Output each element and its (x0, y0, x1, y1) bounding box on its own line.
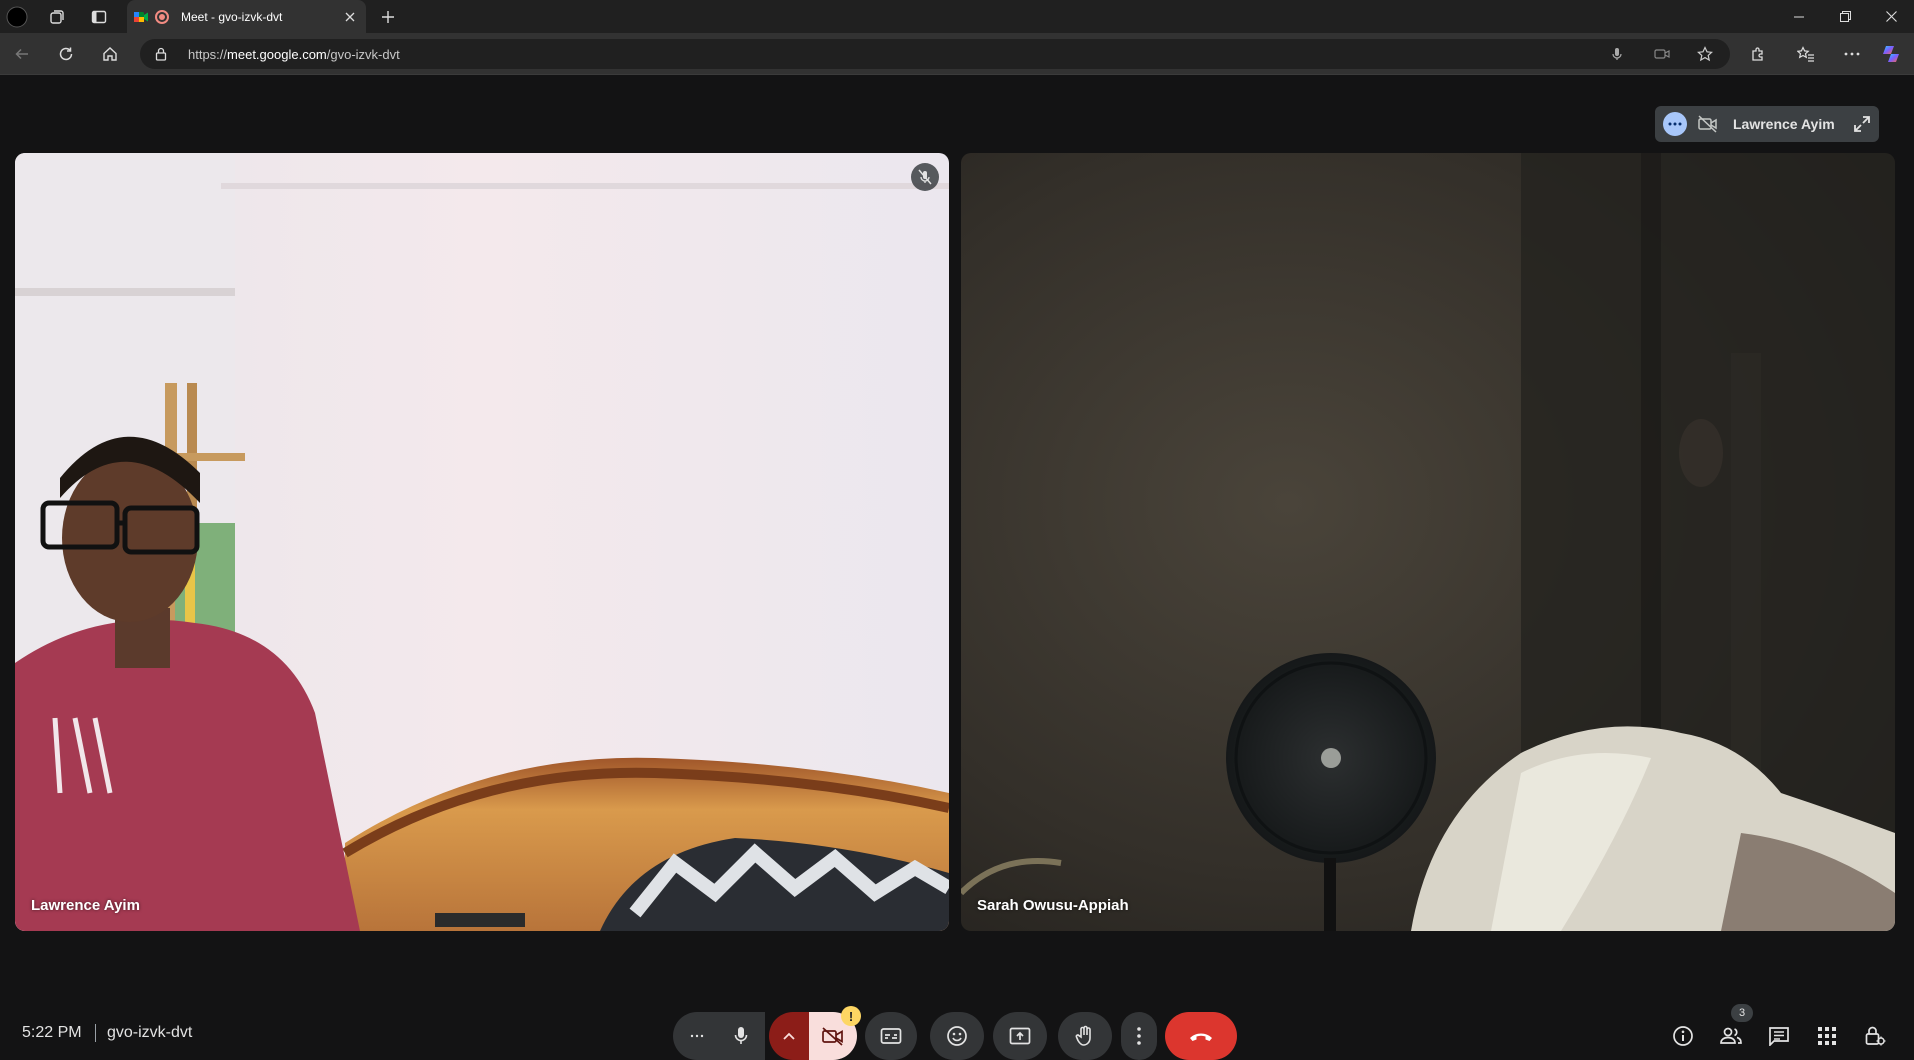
url-prefix: https:// (188, 47, 228, 62)
close-window-icon[interactable] (1868, 0, 1914, 33)
home-icon[interactable] (96, 40, 124, 68)
close-tab-icon[interactable] (342, 9, 358, 25)
participant-tile[interactable]: Lawrence Ayim (15, 153, 949, 931)
profile-icon[interactable] (4, 4, 30, 30)
url-host: meet.google.com (227, 47, 327, 62)
host-controls-button[interactable] (1861, 1022, 1889, 1050)
favorite-star-icon[interactable] (1695, 44, 1715, 64)
muted-mic-icon (911, 163, 939, 191)
address-bar[interactable]: https://meet.google.com/gvo-izvk-dvt (140, 39, 1730, 69)
site-info-icon[interactable] (154, 47, 168, 61)
participant-video-lawrence (15, 153, 949, 931)
current-time: 5:22 PM (22, 1024, 82, 1041)
mic-icon (734, 1027, 748, 1044)
chevron-up-icon (783, 1032, 795, 1040)
present-button[interactable] (993, 1012, 1047, 1060)
meet-favicon (133, 9, 149, 25)
participant-tile[interactable]: Sarah Owusu-Appiah (961, 153, 1895, 931)
audio-options-button[interactable] (673, 1012, 765, 1060)
people-count-badge: 3 (1731, 1004, 1753, 1022)
active-tab[interactable]: Meet - gvo-izvk-dvt (127, 0, 366, 33)
url-text: https://meet.google.com/gvo-izvk-dvt (188, 47, 400, 62)
more-vert-icon (1137, 1027, 1141, 1045)
host-controls-icon (1865, 1026, 1886, 1046)
more-horiz-icon (690, 1034, 704, 1038)
back-icon[interactable] (8, 40, 36, 68)
call-controls-bar: 5:22 PM gvo-izvk-dvt ! 3 (0, 1004, 1914, 1060)
video-options-button[interactable] (769, 1012, 809, 1060)
favorites-icon[interactable] (1792, 40, 1820, 68)
browser-toolbar: https://meet.google.com/gvo-izvk-dvt (0, 33, 1914, 75)
recording-icon (155, 9, 169, 24)
tab-title: Meet - gvo-izvk-dvt (181, 9, 283, 24)
camera-off-icon (1697, 115, 1719, 133)
refresh-icon[interactable] (52, 40, 80, 68)
more-options-icon[interactable] (1663, 112, 1687, 136)
raise-hand-icon (1075, 1025, 1091, 1046)
activities-button[interactable] (1813, 1022, 1841, 1050)
restore-icon[interactable] (1822, 0, 1868, 33)
browser-tab-strip: Meet - gvo-izvk-dvt (0, 0, 1914, 33)
divider (95, 1024, 96, 1042)
new-tab-icon[interactable] (375, 4, 401, 30)
camera-warning-badge: ! (841, 1006, 861, 1026)
apps-icon (1818, 1027, 1836, 1045)
more-options-button[interactable] (1121, 1012, 1157, 1060)
minimize-icon[interactable] (1776, 0, 1822, 33)
vertical-tabs-icon[interactable] (86, 4, 112, 30)
end-call-icon (1190, 1033, 1212, 1041)
info-icon (1673, 1026, 1693, 1046)
meeting-code: gvo-izvk-dvt (107, 1024, 193, 1041)
people-icon (1720, 1027, 1742, 1044)
emoji-icon (947, 1026, 967, 1046)
copilot-icon[interactable] (1877, 40, 1905, 68)
chat-button[interactable] (1765, 1022, 1793, 1050)
participant-name: Sarah Owusu-Appiah (977, 897, 1129, 914)
chat-icon (1769, 1027, 1789, 1046)
reactions-button[interactable] (930, 1012, 984, 1060)
people-button[interactable] (1717, 1022, 1745, 1050)
present-icon (1009, 1027, 1031, 1045)
camera-permission-icon[interactable] (1652, 44, 1672, 64)
participant-name: Lawrence Ayim (31, 897, 140, 914)
meet-stage: Lawrence Ayim Lawrence Ayim Sarah Owusu-… (0, 75, 1914, 1056)
workspaces-icon[interactable] (44, 4, 70, 30)
captions-button[interactable] (865, 1012, 917, 1060)
pinned-participant-chip[interactable]: Lawrence Ayim (1655, 106, 1879, 142)
mic-permission-icon[interactable] (1607, 44, 1627, 64)
captions-icon (880, 1028, 902, 1044)
camera-off-icon (822, 1027, 843, 1046)
settings-more-icon[interactable] (1838, 40, 1866, 68)
expand-icon[interactable] (1853, 115, 1871, 133)
participant-video-sarah (961, 153, 1895, 931)
pinned-participant-name: Lawrence Ayim (1733, 116, 1835, 132)
extensions-icon[interactable] (1744, 40, 1772, 68)
leave-call-button[interactable] (1165, 1012, 1237, 1060)
meeting-details-button[interactable] (1669, 1022, 1697, 1050)
raise-hand-button[interactable] (1058, 1012, 1112, 1060)
url-path: /gvo-izvk-dvt (326, 47, 400, 62)
